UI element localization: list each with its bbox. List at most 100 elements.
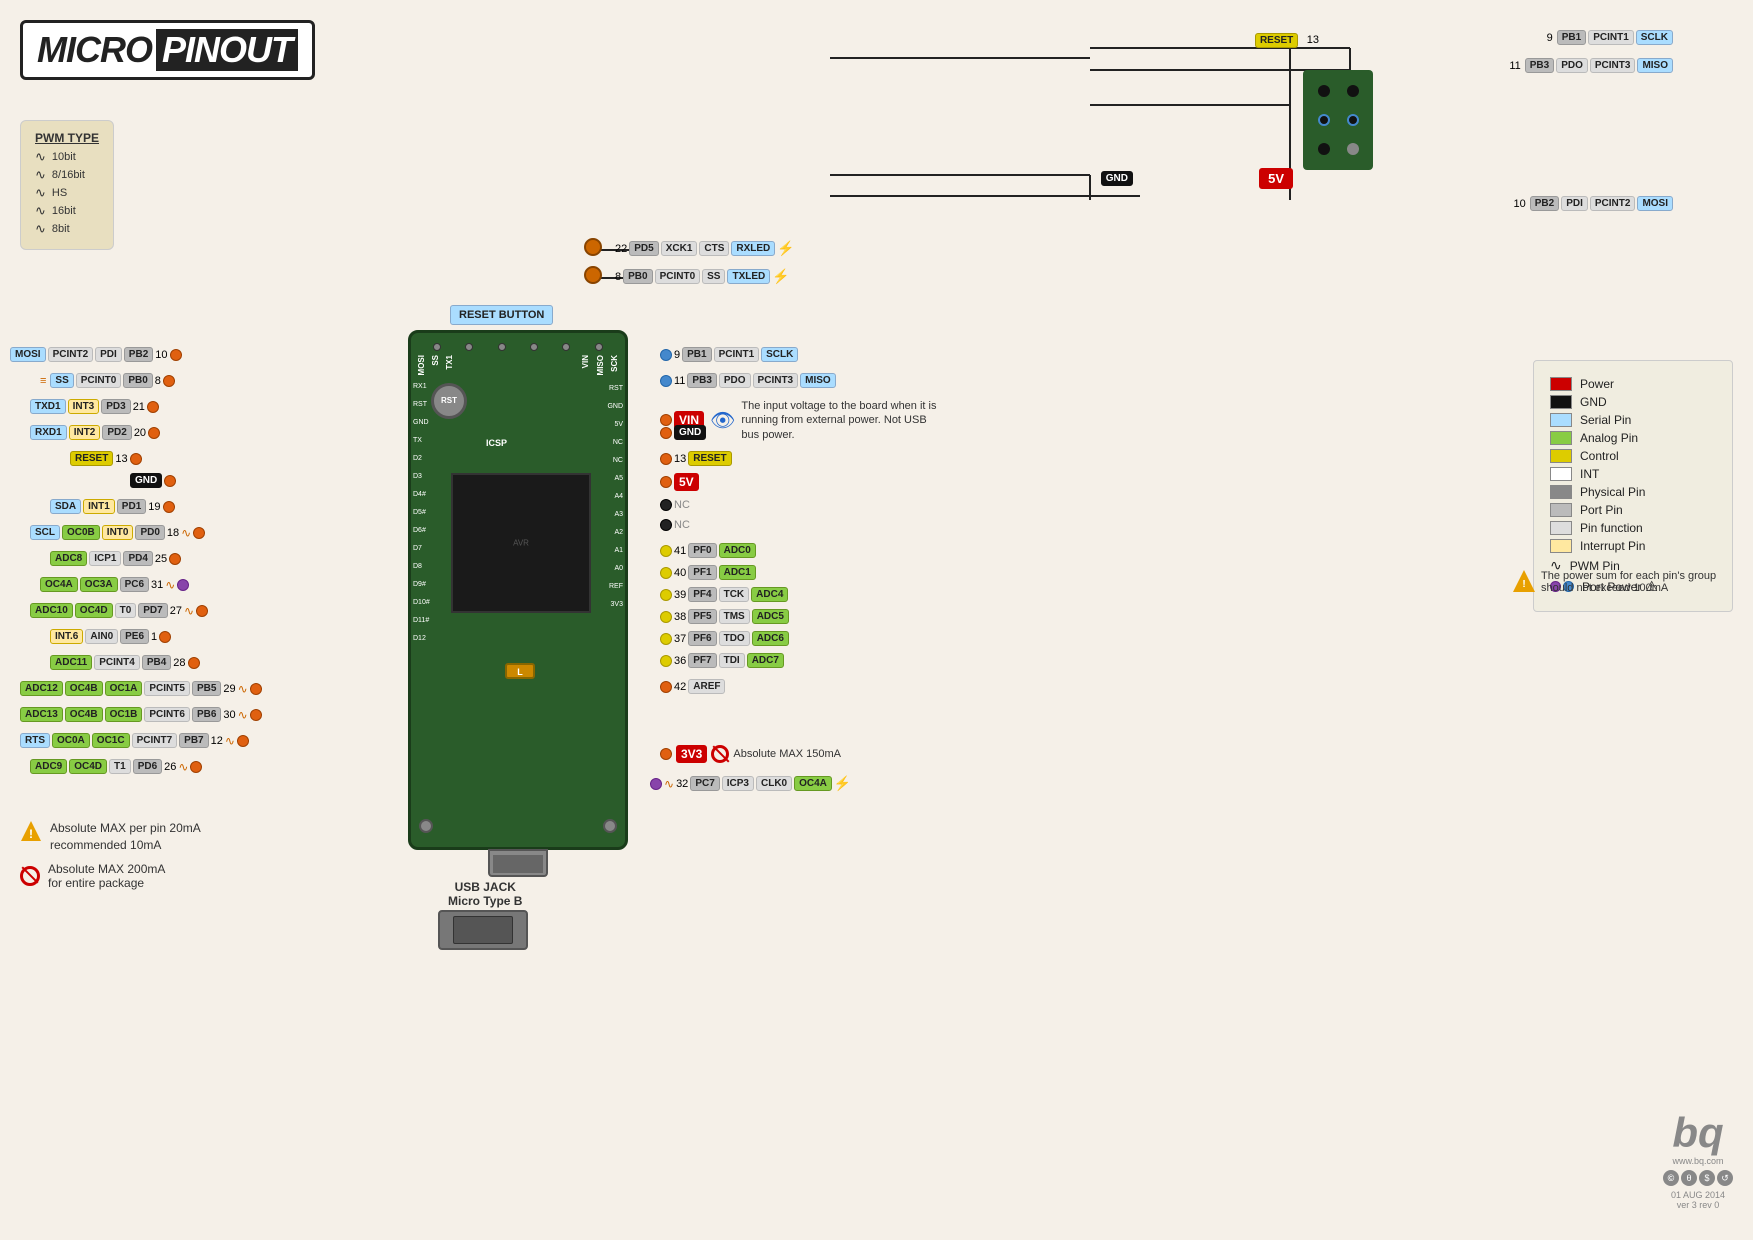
left-pin-25: ADC8 ICP1 PD4 25 — [50, 551, 181, 566]
main-chip: AVR — [451, 473, 591, 613]
led-22-labels: 22 PD5 XCK1 CTS RXLED ⚡ — [615, 240, 795, 257]
board-ref-r: REF — [609, 583, 623, 590]
left-pin-20: RXD1 INT2 PD2 20 — [30, 425, 160, 440]
usb-jack-label: USB JACK Micro Type B — [448, 880, 522, 908]
icsp-label: ICSP — [486, 438, 507, 448]
top-pin-9: 9 PB1 PCINT1 SCLK — [1547, 30, 1673, 45]
title-micro: MICRO — [37, 29, 152, 71]
legend-serial: Serial Pin — [1550, 413, 1716, 427]
pwm-legend: PWM TYPE ∿ 10bit ∿ 8/16bit ∿ HS ∿ 16bit … — [20, 120, 114, 250]
left-pin-29: ADC12 OC4B OC1A PCINT5 PB5 29 ∿ — [20, 681, 262, 696]
top-pin-11: 11 PB3 PDO PCINT3 MISO — [1509, 58, 1673, 73]
board-d4-l: D4# — [413, 491, 426, 498]
board-vin-label: VIN — [581, 355, 590, 368]
board-d6-l: D6# — [413, 527, 426, 534]
board-tx1-label: TX1 — [445, 355, 454, 370]
left-pin-28: ADC11 PCINT4 PB4 28 — [50, 655, 200, 670]
left-pin-18: SCL OC0B INT0 PD0 18 ∿ — [30, 525, 205, 540]
board-top-pins — [411, 343, 625, 351]
right-aref: 42 AREF — [660, 679, 725, 694]
reset-button-label: RESET BUTTON — [450, 305, 553, 325]
pwm-item-816bit: ∿ 8/16bit — [35, 167, 99, 183]
led-8-labels: 8 PB0 PCINT0 SS TXLED ⚡ — [615, 268, 790, 285]
bq-logo: bq www.bq.com © θ $ ↺ 01 AUG 2014 ver 3 … — [1663, 1112, 1733, 1210]
right-pin-41: 41 PF0 ADC0 — [660, 543, 756, 558]
board-tx-l: TX — [413, 437, 422, 444]
legend-int: INT — [1550, 467, 1716, 481]
right-pin-40: 40 PF1 ADC1 — [660, 565, 756, 580]
top-5v: 5V — [1259, 168, 1293, 189]
board-d2-l: D2 — [413, 455, 422, 462]
right-gnd: GND — [660, 425, 706, 440]
right-reset: 13 RESET — [660, 451, 732, 466]
right-5v: 5V — [660, 473, 699, 491]
board-d3-l: D3 — [413, 473, 422, 480]
board-gnd-l: GND — [413, 419, 429, 426]
svg-text:!: ! — [29, 827, 33, 841]
warning-per-pin: ! Absolute MAX per pin 20mA recommended … — [20, 820, 201, 854]
left-pin-12: RTS OC0A OC1C PCINT7 PB7 12 ∿ — [20, 733, 249, 748]
board-a4-r: A4 — [614, 493, 623, 500]
right-3v3: 3V3 Absolute MAX 150mA — [660, 745, 841, 763]
cc-icons: © θ $ ↺ — [1663, 1170, 1733, 1186]
top-pin-10: 10 PB2 PDI PCINT2 MOSI — [1514, 196, 1674, 211]
left-pin-31: OC4A OC3A PC6 31 ∿ — [40, 577, 189, 592]
led-orange-8 — [584, 266, 602, 284]
board-d8-l: D8 — [413, 563, 422, 570]
pwm-legend-title: PWM TYPE — [35, 131, 99, 145]
left-pin-21: TXD1 INT3 PD3 21 — [30, 399, 159, 414]
board-mosi-label: MOSI — [417, 355, 426, 375]
board-ss-label: SS — [431, 355, 440, 366]
right-pin-38: 38 PF5 TMS ADC5 — [660, 609, 789, 624]
board-gnd-r: GND — [607, 403, 623, 410]
usb-jack-drawing — [438, 910, 528, 950]
eye-icon: 👁 — [710, 408, 735, 433]
no-symbol — [711, 745, 729, 763]
board-a1-r: A1 — [614, 547, 623, 554]
pwm-item-hs: ∿ HS — [35, 185, 99, 201]
right-nc2: NC — [660, 519, 690, 531]
legend-function: Pin function — [1550, 521, 1716, 535]
board-d11-l: D11# — [413, 617, 429, 624]
legend-port: Port Pin — [1550, 503, 1716, 517]
warning-total: Absolute MAX 200mAfor entire package — [20, 862, 165, 890]
left-pin-26: ADC9 OC4D T1 PD6 26 ∿ — [30, 759, 202, 774]
board-rst-r: RST — [609, 385, 623, 392]
board-5v-r: 5V — [614, 421, 623, 428]
title-pinout: PINOUT — [156, 29, 298, 71]
pwm-item-10bit: ∿ 10bit — [35, 149, 99, 165]
board-rx1-l: RX1 — [413, 383, 427, 390]
board-d10-l: D10# — [413, 599, 430, 606]
board-nc2-r: NC — [613, 457, 623, 464]
left-gnd: GND — [130, 473, 176, 488]
legend-power: Power — [1550, 377, 1716, 391]
left-pin-1: INT.6 AIN0 PE6 1 — [50, 629, 171, 644]
board-miso-label: MISO — [596, 355, 605, 375]
board-d9-l: D9# — [413, 581, 426, 588]
board-a3-r: A3 — [614, 511, 623, 518]
top-reset-label: RESET 13 — [1255, 30, 1323, 48]
right-pin-32: ∿ 32 PC7 ICP3 CLK0 OC4A ⚡ — [650, 775, 851, 792]
left-reset: RESET 13 — [70, 451, 142, 466]
bq-text: bq — [1663, 1112, 1733, 1154]
left-pin-10: MOSI PCINT2 PDI PB2 10 — [10, 347, 182, 362]
usb-connector — [488, 849, 548, 877]
board-sck-label: SCK — [610, 355, 619, 372]
title-box: MICRO PINOUT — [20, 20, 315, 80]
legend-control: Control — [1550, 449, 1716, 463]
board-body: MOSI SS TX1 SCK MISO RST ICSP AVR L VIN … — [408, 330, 628, 850]
board-a5-r: A5 — [614, 475, 623, 482]
board-d7-l: D7 — [413, 545, 422, 552]
left-pin-27: ADC10 OC4D T0 PD7 27 ∿ — [30, 603, 208, 618]
right-pin-39: 39 PF4 TCK ADC4 — [660, 587, 788, 602]
top-gnd: GND — [1101, 168, 1133, 186]
board-3v3-r: 3V3 — [611, 601, 623, 608]
legend-physical: Physical Pin — [1550, 485, 1716, 499]
pwm-item-8bit: ∿ 8bit — [35, 221, 99, 237]
board-nc-r: NC — [613, 439, 623, 446]
board-rst-l: RST — [413, 401, 427, 408]
board-a0-r: A0 — [614, 565, 623, 572]
board-d5-l: D5# — [413, 509, 426, 516]
legend-analog: Analog Pin — [1550, 431, 1716, 445]
right-pin-37: 37 PF6 TDO ADC6 — [660, 631, 789, 646]
